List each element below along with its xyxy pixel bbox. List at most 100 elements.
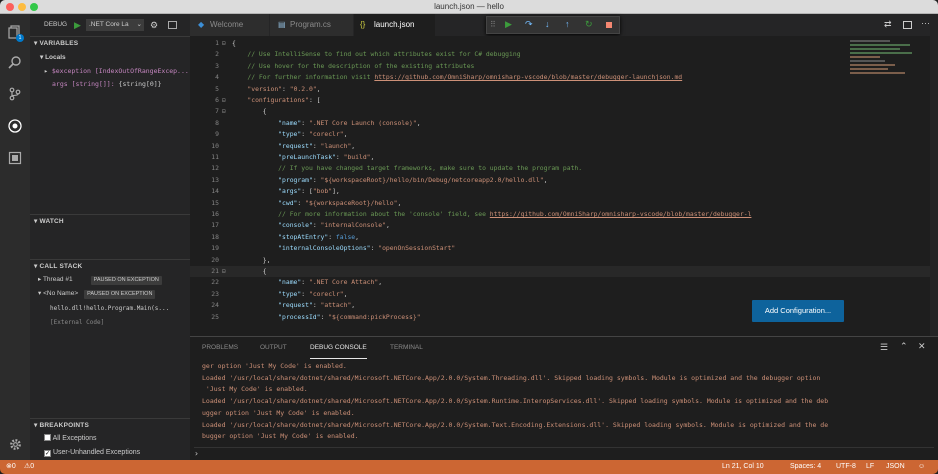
restart-icon[interactable]: ↻ (585, 19, 593, 30)
all-exceptions-label: All Exceptions (52, 435, 97, 442)
code-editor[interactable]: 1 ⊟{2 // Use IntelliSense to find out whi… (190, 36, 938, 336)
warning-count: 0 (30, 463, 35, 470)
encoding-status[interactable]: UTF-8 (836, 460, 856, 474)
breakpoints-title: BREAKPOINTS (39, 422, 89, 429)
indentation-status[interactable]: Spaces: 4 (790, 460, 821, 474)
code-line[interactable]: 21 ⊟ { (190, 266, 938, 278)
fold-icon[interactable]: ⊟ (222, 106, 226, 117)
tab-problems[interactable]: PROBLEMS (202, 337, 238, 359)
settings-gear-icon[interactable] (7, 436, 23, 452)
code-line[interactable]: 5 "version": "0.2.0", (190, 84, 938, 95)
source-control-icon[interactable] (7, 86, 23, 102)
code-line[interactable]: 9 "type": "coreclr", (190, 129, 938, 140)
warnings-status[interactable]: ⚠0 (24, 460, 34, 474)
callstack-header[interactable]: ▾ CALL STACK (30, 259, 190, 273)
step-into-icon[interactable]: ↓ (545, 19, 550, 29)
tab-terminal[interactable]: TERMINAL (390, 337, 423, 359)
debug-console-icon[interactable] (168, 21, 177, 29)
open-changes-icon[interactable]: ⇄ (884, 19, 892, 30)
stop-icon[interactable] (606, 22, 612, 28)
callstack-noname[interactable]: ▾ <No Name> PAUSED ON EXCEPTION (30, 288, 190, 300)
search-icon[interactable] (7, 54, 23, 70)
user-unhandled-checkbox[interactable]: ✓ (44, 450, 51, 457)
editor-scrollbar[interactable] (930, 36, 938, 336)
line-number: 2 (215, 50, 219, 59)
line-number: 4 (215, 73, 219, 82)
fold-icon[interactable]: ⊟ (222, 95, 226, 106)
code-line[interactable]: 1 ⊟ { (190, 38, 938, 49)
breakpoints-header[interactable]: ▾ BREAKPOINTS (30, 418, 190, 432)
console-line: ugger option 'Just My Code' is enabled. (202, 408, 355, 417)
code-line[interactable]: 11 "preLaunchTask": "build", (190, 152, 938, 163)
cursor-position[interactable]: Ln 21, Col 10 (722, 460, 764, 474)
code-line[interactable]: 17 "console": "internalConsole", (190, 220, 938, 231)
debug-label: DEBUG (44, 21, 68, 28)
watch-header[interactable]: ▾ WATCH (30, 214, 190, 228)
code-line[interactable]: 7 ⊟ { (190, 106, 938, 117)
code-text: "program": "${workspaceRoot}/hello/bin/D… (278, 175, 548, 184)
step-over-icon[interactable]: ↷ (525, 19, 533, 30)
add-configuration-button[interactable]: Add Configuration... (752, 300, 844, 322)
code-line[interactable]: 6 ⊟ "configurations": [ (190, 95, 938, 106)
gear-icon[interactable]: ⚙ (150, 14, 158, 36)
fold-icon[interactable]: ⊟ (222, 38, 226, 49)
callstack-thread[interactable]: ▸ Thread #1 PAUSED ON EXCEPTION (30, 274, 190, 286)
code-line[interactable]: 2 // Use IntelliSense to find out which … (190, 49, 938, 60)
line-number: 12 (211, 164, 219, 173)
all-exceptions-checkbox[interactable] (44, 434, 51, 441)
code-line[interactable]: 4 // For further information visit https… (190, 72, 938, 83)
debug-icon[interactable] (7, 118, 23, 134)
tab-launch-json[interactable]: {} launch.json (354, 14, 436, 36)
eol-status[interactable]: LF (866, 460, 874, 474)
explorer-icon[interactable]: 1 (7, 24, 24, 42)
debug-console-input[interactable]: › (194, 447, 934, 459)
code-line[interactable]: 20 }, (190, 255, 938, 266)
clear-console-icon[interactable]: ☰ (880, 342, 888, 353)
extensions-icon[interactable] (7, 150, 23, 166)
stack-frame-external[interactable]: [External Code] (30, 317, 190, 329)
step-out-icon[interactable]: ↑ (565, 19, 570, 29)
bottom-panel: PROBLEMS OUTPUT DEBUG CONSOLE TERMINAL ☰… (190, 336, 938, 460)
errors-status[interactable]: ⊗0 (6, 460, 16, 474)
continue-icon[interactable]: ▶ (505, 19, 512, 30)
variables-header[interactable]: ▾ VARIABLES (30, 36, 190, 50)
tab-debug-console[interactable]: DEBUG CONSOLE (310, 337, 367, 359)
code-line[interactable]: 13 "program": "${workspaceRoot}/hello/bi… (190, 175, 938, 186)
start-debugging-icon[interactable]: ▶ (74, 14, 81, 36)
variable-args[interactable]: args [string[]]: {string[0]} (30, 78, 190, 90)
code-line[interactable]: 3 // Use hover for the description of th… (190, 61, 938, 72)
code-line[interactable]: 23 "type": "coreclr", (190, 289, 938, 300)
json-file-icon: {} (360, 20, 366, 29)
code-line[interactable]: 16 // For more information about the 'co… (190, 209, 938, 220)
language-mode[interactable]: JSON (886, 460, 905, 474)
code-line[interactable]: 8 "name": ".NET Core Launch (console)", (190, 118, 938, 129)
minimize-window-button[interactable] (18, 3, 26, 11)
code-line[interactable]: 22 "name": ".NET Core Attach", (190, 277, 938, 288)
close-panel-icon[interactable]: ✕ (918, 341, 926, 352)
tab-welcome[interactable]: ◆ Welcome (190, 14, 270, 36)
code-text: // If you have changed target frameworks… (232, 164, 583, 173)
code-line[interactable]: 12 // If you have changed target framewo… (190, 163, 938, 174)
variable-exception[interactable]: ▸ $exception [IndexOutOfRangeExcep... (30, 65, 190, 77)
minimap[interactable] (850, 38, 920, 88)
maximize-panel-icon[interactable]: ⌃ (900, 341, 908, 352)
fold-icon[interactable]: ⊟ (222, 266, 226, 277)
more-actions-icon[interactable]: ··· (921, 18, 930, 28)
split-editor-icon[interactable] (903, 21, 912, 29)
tab-output[interactable]: OUTPUT (260, 337, 287, 359)
code-line[interactable]: 19 "internalConsoleOptions": "openOnSess… (190, 243, 938, 254)
code-line[interactable]: 15 "cwd": "${workspaceRoot}/hello", (190, 198, 938, 209)
status-bar: ⊗0 ⚠0 Ln 21, Col 10 Spaces: 4 UTF-8 LF J… (0, 460, 938, 474)
code-line[interactable]: 14 "args": ["bob"], (190, 186, 938, 197)
debug-config-select[interactable]: .NET Core La ⌄ (86, 19, 144, 31)
stack-frame[interactable]: hello.dll!hello.Program.Main(s... (30, 303, 190, 315)
close-window-button[interactable] (6, 3, 14, 11)
code-text: "internalConsoleOptions": "openOnSession… (278, 244, 456, 253)
zoom-window-button[interactable] (30, 3, 38, 11)
tab-program-cs[interactable]: ▤ Program.cs (270, 14, 354, 36)
code-line[interactable]: 10 "request": "launch", (190, 141, 938, 152)
locals-scope[interactable]: ▾ Locals (30, 52, 190, 64)
drag-handle-icon[interactable]: ⠿ (490, 20, 496, 29)
code-line[interactable]: 18 "stopAtEntry": false, (190, 232, 938, 243)
smiley-icon[interactable]: ☺ (918, 460, 925, 474)
